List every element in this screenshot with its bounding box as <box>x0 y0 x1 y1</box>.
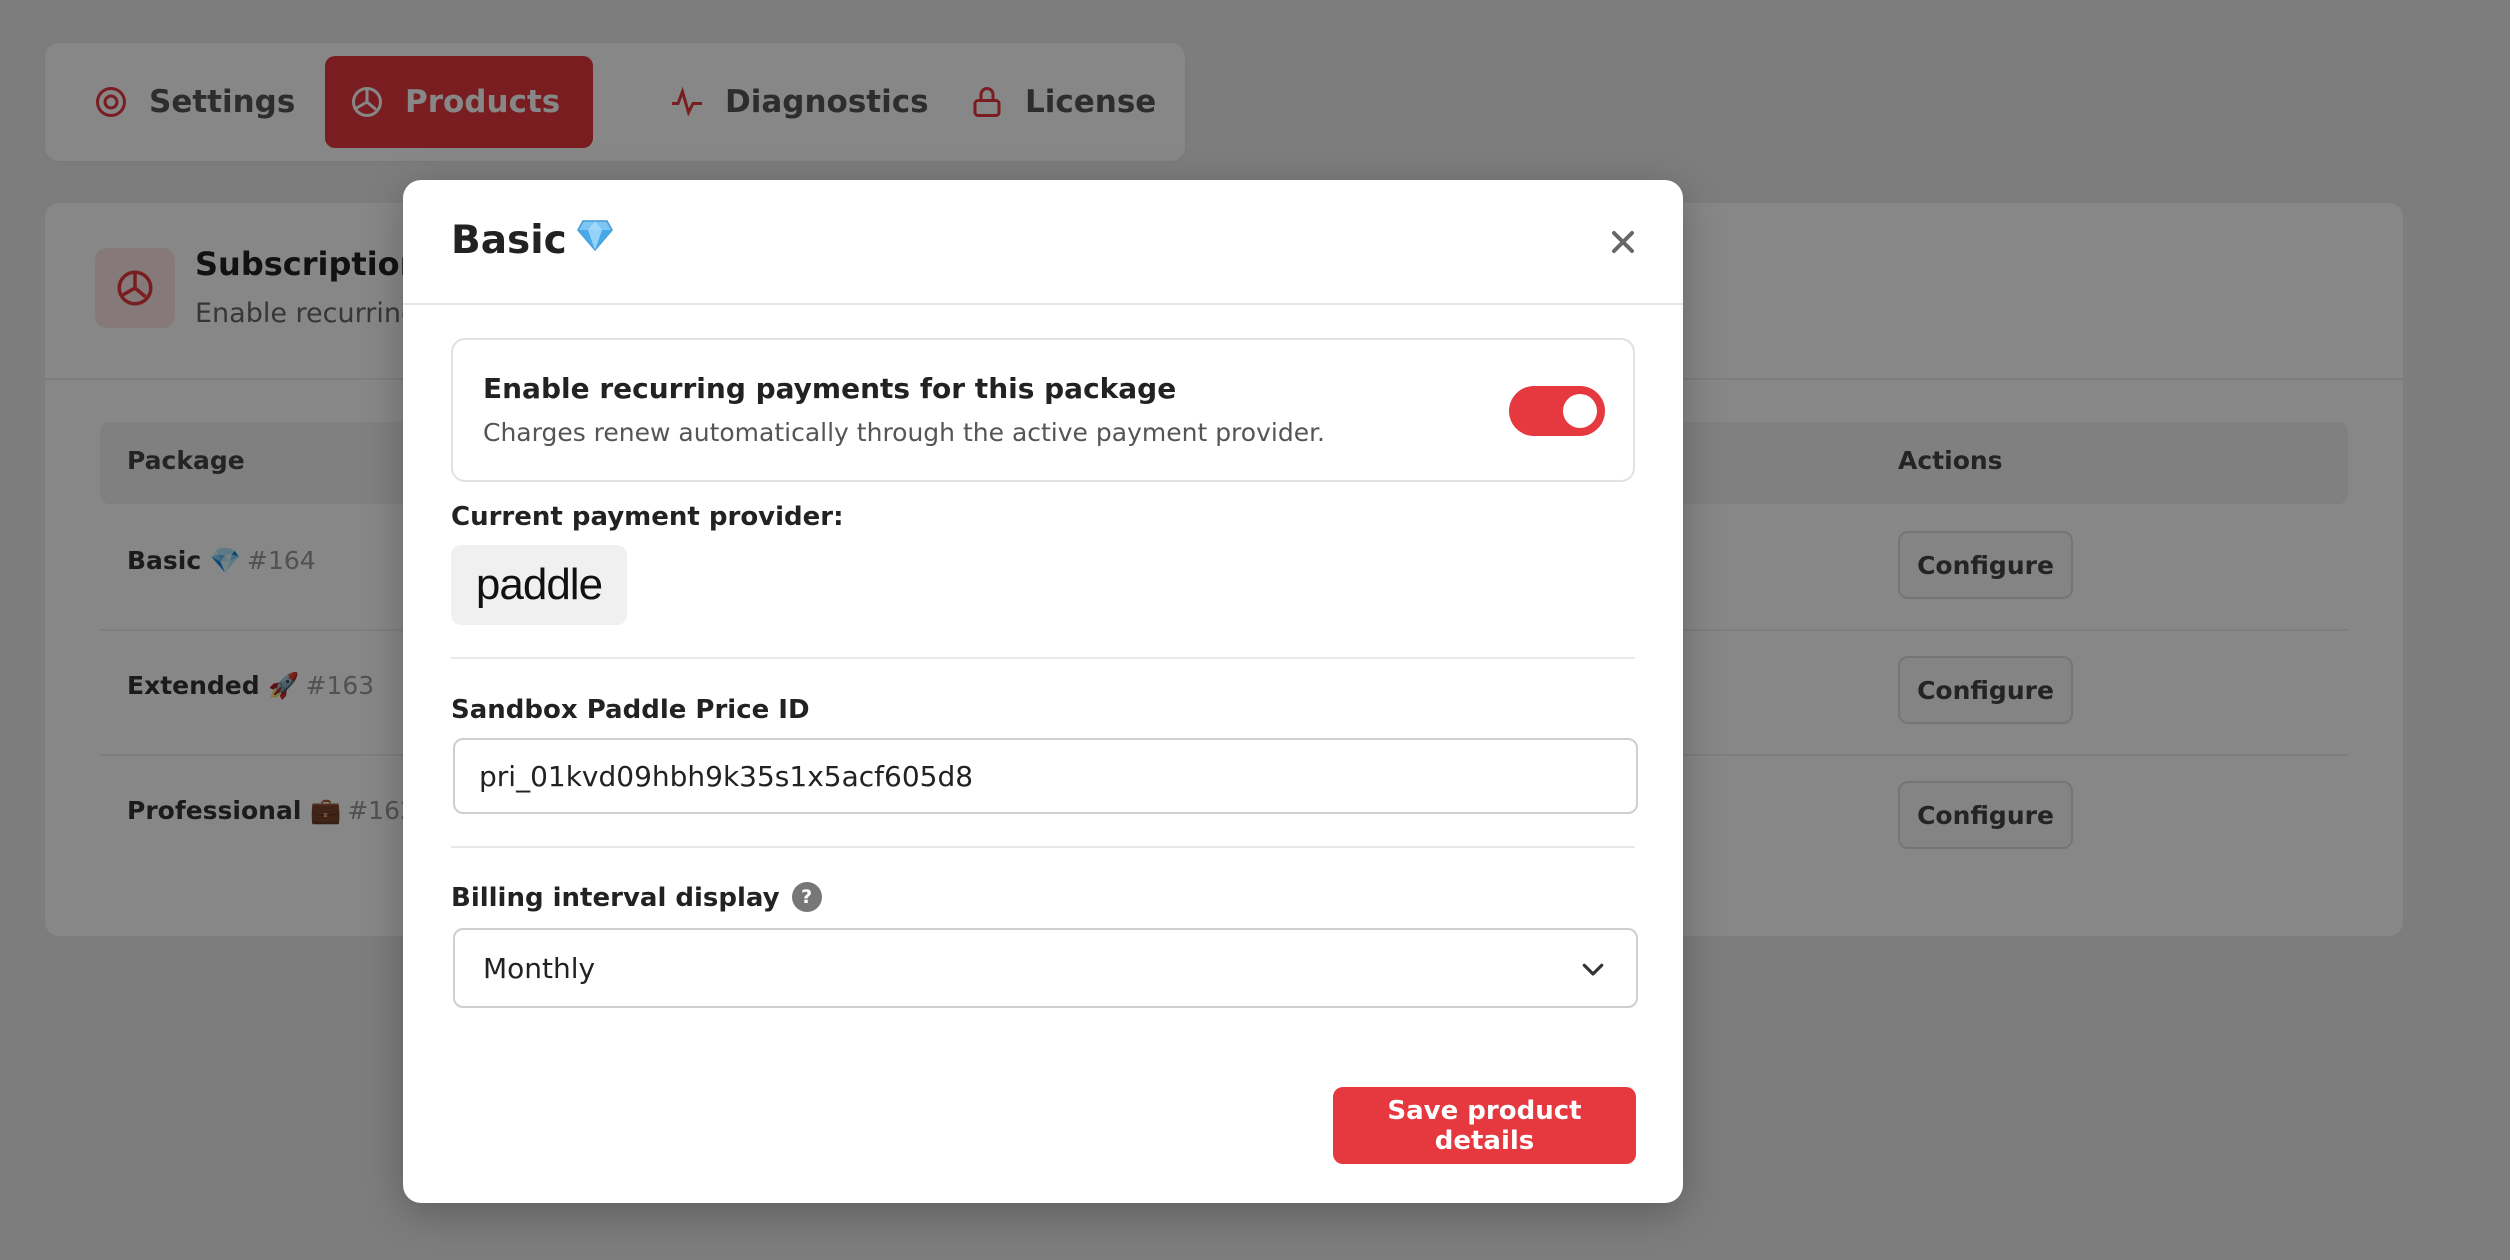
save-product-button[interactable]: Save product details <box>1333 1087 1636 1164</box>
price-id-label: Sandbox Paddle Price ID <box>451 695 810 725</box>
help-icon[interactable]: ? <box>791 881 822 912</box>
paddle-logo: paddle <box>451 545 627 625</box>
recurring-title: Enable recurring payments for this packa… <box>483 372 1177 405</box>
gem-icon <box>576 216 613 261</box>
close-icon <box>1612 231 1634 253</box>
modal-title: Basic <box>451 218 613 265</box>
recurring-payments-panel: Enable recurring payments for this packa… <box>451 338 1635 482</box>
divider <box>451 846 1635 848</box>
selected-value: Monthly <box>483 952 596 985</box>
recurring-subtitle: Charges renew automatically through the … <box>483 418 1326 447</box>
toggle-knob <box>1563 394 1597 428</box>
billing-interval-select[interactable]: Monthly <box>453 928 1638 1008</box>
chevron-down-icon <box>1582 963 1604 976</box>
billing-interval-label: Billing interval display? <box>451 881 822 914</box>
modal-header: Basic <box>403 180 1683 305</box>
price-id-input[interactable] <box>453 738 1638 814</box>
close-button[interactable] <box>1605 224 1641 260</box>
product-modal: Basic Enable recurring payments for this… <box>403 180 1683 1203</box>
recurring-toggle[interactable] <box>1509 386 1605 436</box>
provider-label: Current payment provider: <box>451 502 844 532</box>
divider <box>451 657 1635 659</box>
